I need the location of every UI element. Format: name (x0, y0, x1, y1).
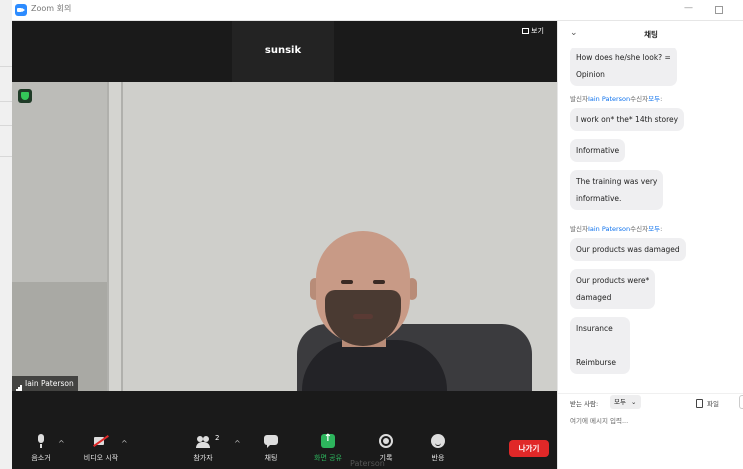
message-input[interactable] (570, 417, 736, 425)
minimize-button[interactable]: — (684, 3, 693, 13)
meeting-area: sunsik 보기 Iain Paterson 음소거 ^ 비디오 시작 ^ 2… (12, 21, 557, 469)
share-screen-label: 화면 공유 (314, 454, 342, 462)
chat-message-list[interactable]: How does he/she look? = Opinion 발신자Iain … (558, 48, 743, 381)
chat-message-line: informative. (576, 194, 622, 203)
grid-view-icon (522, 28, 529, 34)
chat-composer: 받는 사람: 모두 ⌄ 파일 (558, 393, 743, 469)
background-divider (0, 156, 12, 157)
background-window (0, 0, 12, 469)
recipient-select[interactable]: 모두 ⌄ (610, 395, 641, 409)
chat-message: I work on* the* 14th storey (570, 108, 685, 131)
background-divider (0, 66, 12, 67)
person-mouth (353, 314, 373, 319)
person-eye (341, 280, 353, 284)
file-button[interactable]: 파일 (696, 398, 719, 408)
more-options-button[interactable] (739, 395, 743, 409)
chat-message-line: Opinion (576, 70, 605, 79)
sender-name[interactable]: Iain Paterson (588, 225, 630, 233)
reactions-label: 반응 (431, 454, 445, 462)
encryption-shield-icon[interactable] (18, 89, 32, 103)
recipient-label: 받는 사람: (570, 400, 599, 408)
video-off-icon (94, 434, 108, 448)
chat-message-line: Insurance (576, 324, 613, 333)
main-video[interactable]: Iain Paterson (12, 82, 557, 391)
chat-message: Insurance Reimburse (570, 317, 630, 374)
chat-header: ⌄ 채팅 (558, 21, 743, 48)
chat-message-line (576, 337, 624, 354)
sender-prefix: 발신자 (570, 95, 588, 103)
participant-name: Iain Paterson (25, 379, 74, 388)
mute-label: 음소거 (31, 454, 51, 462)
message-sender-line: 발신자Iain Paterson수신자모두: (570, 93, 662, 103)
leave-button[interactable]: 나가기 (509, 440, 549, 457)
chat-message: Our products was damaged (570, 238, 686, 261)
receiver-name[interactable]: 모두 (648, 225, 660, 233)
chat-message: Informative (570, 139, 626, 162)
chevron-down-icon: ⌄ (631, 398, 637, 406)
participant-tile-name: sunsik (264, 45, 302, 56)
chat-message: How does he/she look? = Opinion (570, 48, 677, 86)
participants-button[interactable]: 2 참가자 (188, 427, 219, 463)
recipient-value: 모두 (614, 398, 626, 406)
start-video-label: 비디오 시작 (83, 454, 119, 462)
participant-name-label: Iain Paterson (12, 376, 78, 391)
background-text: Paterson (350, 459, 385, 468)
view-button[interactable]: 보기 (522, 26, 544, 36)
file-icon (696, 399, 703, 408)
reactions-button[interactable]: 반응 (423, 427, 453, 463)
share-screen-button[interactable]: 화면 공유 (308, 427, 348, 463)
sender-suffix: : (660, 225, 663, 233)
start-video-button[interactable]: 비디오 시작 (76, 427, 126, 463)
chat-message-line: damaged (576, 293, 612, 302)
participants-options-caret[interactable]: ^ (234, 439, 241, 448)
participants-icon: 2 (196, 434, 219, 448)
participants-label: 참가자 (193, 454, 213, 462)
share-screen-icon (321, 433, 335, 448)
chat-message-line: How does he/she look? = (576, 53, 671, 62)
view-label: 보기 (531, 27, 544, 35)
record-button[interactable]: 기록 (371, 427, 401, 463)
maximize-button[interactable] (715, 6, 723, 14)
title-bar: Zoom 회의 — (12, 0, 743, 21)
window-title: Zoom 회의 (31, 4, 72, 13)
sender-name[interactable]: Iain Paterson (588, 95, 630, 103)
audio-options-caret[interactable]: ^ (58, 439, 65, 448)
mute-button[interactable]: 음소거 (26, 427, 56, 463)
record-icon (379, 434, 393, 448)
reactions-icon (431, 434, 445, 448)
sender-prefix: 발신자 (570, 225, 588, 233)
background-divider (0, 101, 12, 102)
meeting-toolbar: 음소거 ^ 비디오 시작 ^ 2 참가자 ^ 채팅 화면 공유 기록 (12, 427, 557, 469)
file-label: 파일 (707, 400, 719, 408)
chat-message-line: Our products were* (576, 276, 650, 285)
receiver-prefix: 수신자 (630, 95, 649, 103)
receiver-name[interactable]: 모두 (648, 95, 660, 103)
microphone-icon (34, 434, 48, 448)
chat-message: Our products were* damaged (570, 269, 656, 309)
chat-icon (264, 434, 278, 448)
chat-message-line: The training was very (576, 177, 658, 186)
participants-count: 2 (215, 434, 220, 442)
person-eye (373, 280, 385, 284)
chat-panel: ⌄ 채팅 How does he/she look? = Opinion 발신자… (557, 21, 743, 469)
video-background (12, 282, 112, 391)
background-divider (0, 125, 12, 126)
chat-title: 채팅 (644, 30, 658, 39)
zoom-app-icon (15, 4, 27, 16)
video-options-caret[interactable]: ^ (121, 439, 128, 448)
video-background (107, 82, 123, 391)
connection-signal-icon (16, 377, 22, 391)
chat-message-line: Reimburse (576, 358, 616, 367)
chat-label: 채팅 (264, 454, 278, 462)
chat-message: The training was very informative. (570, 170, 664, 210)
sender-suffix: : (660, 95, 663, 103)
message-sender-line: 발신자Iain Paterson수신자모두: (570, 223, 662, 233)
chat-button[interactable]: 채팅 (256, 427, 286, 463)
receiver-prefix: 수신자 (630, 225, 649, 233)
